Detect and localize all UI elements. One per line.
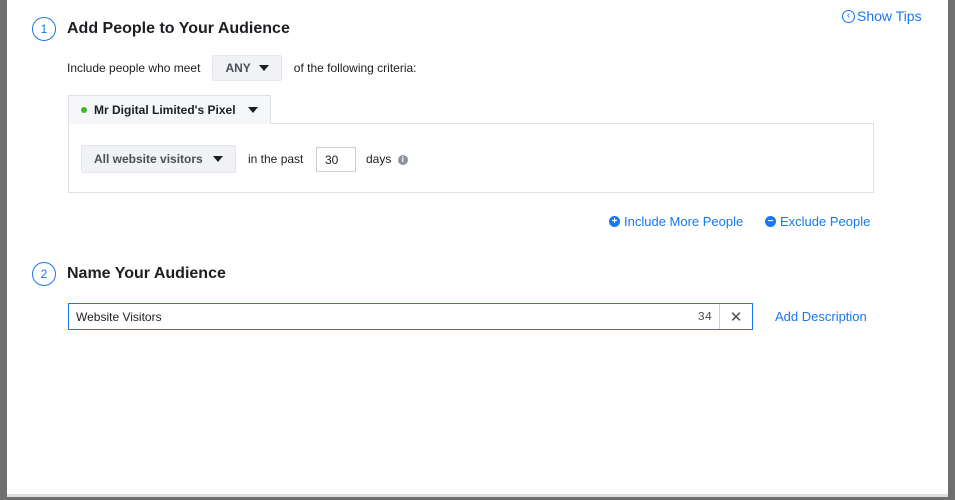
criteria-suffix: of the following criteria: bbox=[293, 61, 417, 75]
show-tips-label: Show Tips bbox=[857, 8, 922, 24]
step-2-number: 2 bbox=[32, 262, 56, 286]
in-the-past-label: in the past bbox=[248, 152, 304, 166]
match-type-value: ANY bbox=[225, 61, 251, 75]
audience-panel: ‹ Show Tips 1 Add People to Your Audienc… bbox=[7, 0, 948, 497]
step-2-title: Name Your Audience bbox=[67, 265, 226, 282]
step-1-title: Add People to Your Audience bbox=[67, 20, 290, 37]
visitor-type-value: All website visitors bbox=[94, 152, 203, 166]
plus-circle-icon: + bbox=[609, 216, 620, 227]
pixel-label: Mr Digital Limited's Pixel bbox=[94, 103, 236, 117]
exclude-label: Exclude People bbox=[780, 214, 871, 229]
minus-circle-icon: − bbox=[765, 216, 776, 227]
criteria-row: Include people who meet ANY of the follo… bbox=[67, 55, 417, 81]
add-description-link[interactable]: Add Description bbox=[775, 309, 867, 324]
include-more-people-link[interactable]: + Include More People bbox=[609, 214, 743, 229]
step-1-number: 1 bbox=[32, 17, 56, 41]
include-more-label: Include More People bbox=[624, 214, 744, 229]
chevron-left-circle-icon: ‹ bbox=[842, 9, 855, 23]
show-tips-link[interactable]: ‹ Show Tips bbox=[842, 8, 922, 24]
audience-name-input[interactable] bbox=[69, 304, 698, 329]
pixel-selector-dropdown[interactable]: Mr Digital Limited's Pixel bbox=[68, 95, 271, 124]
pixel-status-icon bbox=[81, 107, 87, 113]
days-input[interactable] bbox=[316, 147, 356, 172]
visitor-type-dropdown[interactable]: All website visitors bbox=[81, 145, 236, 173]
char-count: 34 bbox=[697, 309, 712, 324]
caret-down-icon bbox=[247, 107, 258, 113]
rule-box: All website visitors in the past days i bbox=[68, 123, 874, 193]
clear-icon[interactable]: ✕ bbox=[719, 304, 752, 329]
info-icon[interactable]: i bbox=[397, 154, 408, 165]
match-type-dropdown[interactable]: ANY bbox=[212, 55, 282, 81]
criteria-prefix: Include people who meet bbox=[67, 61, 201, 75]
days-label-wrap: days i bbox=[366, 152, 408, 166]
footer-divider bbox=[7, 494, 948, 497]
exclude-people-link[interactable]: − Exclude People bbox=[765, 214, 870, 229]
caret-down-icon bbox=[258, 65, 269, 71]
days-label: days bbox=[366, 152, 392, 166]
caret-down-icon bbox=[212, 156, 223, 162]
audience-name-field: 34 ✕ bbox=[68, 303, 753, 330]
